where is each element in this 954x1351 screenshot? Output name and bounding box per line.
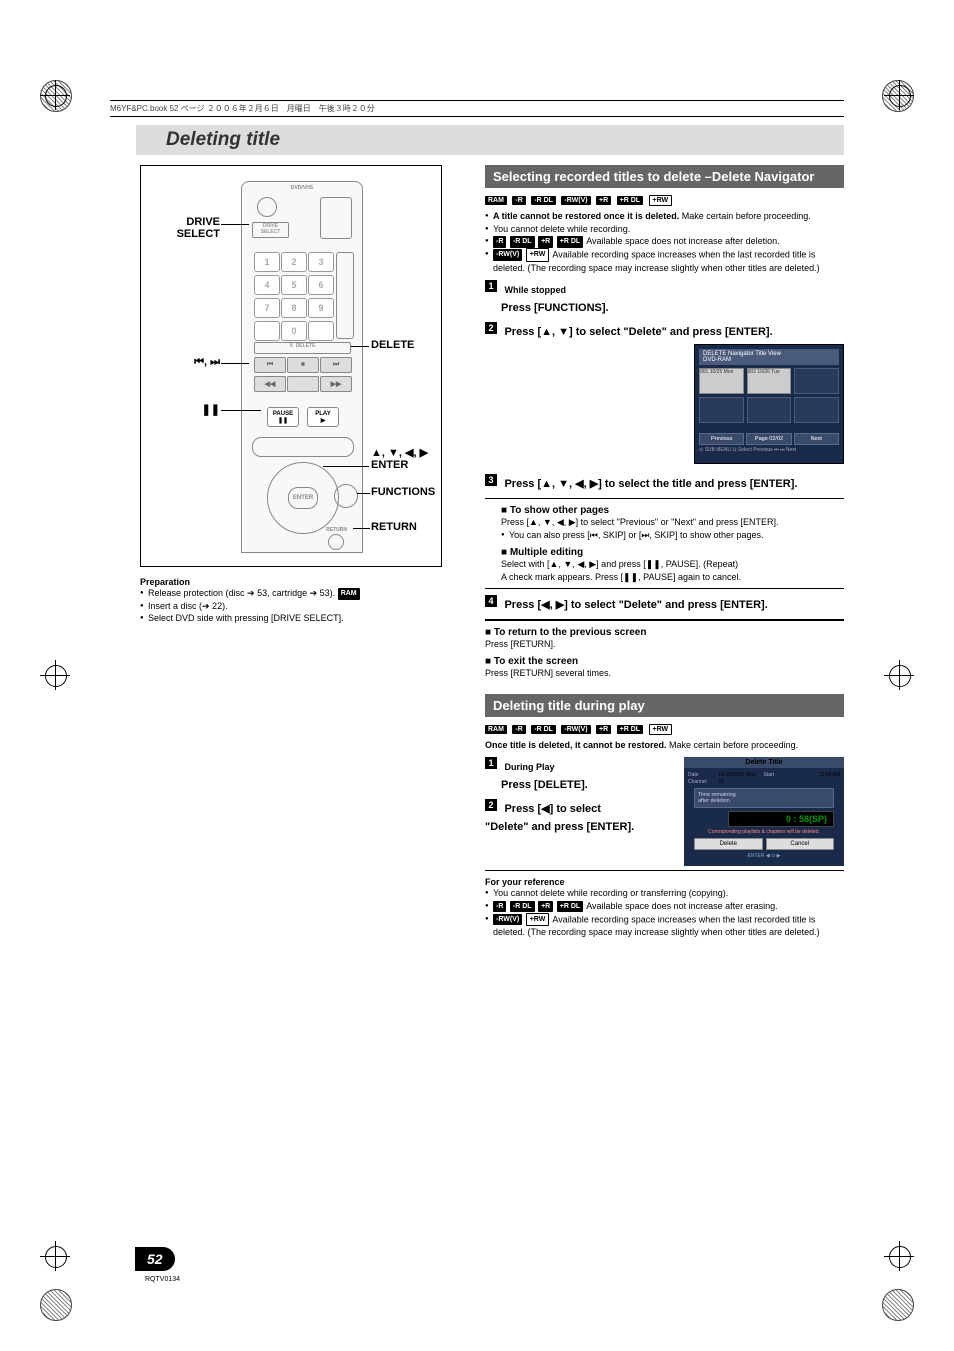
sub1-text2: You can also press [⏮, SKIP] or [⏭, SKIP… xyxy=(501,529,844,542)
s2-intro: Once title is deleted, it cannot be rest… xyxy=(485,739,844,752)
page-number: 52 xyxy=(135,1247,175,1271)
label-arrows-enter: ▲, ▼, ◀, ▶ ENTER xyxy=(371,446,428,471)
s1-bullet-4: -RW(V) +RW Available recording space inc… xyxy=(485,248,844,274)
ch-rocker xyxy=(336,252,354,339)
del-time-value: 0 : 58(SP) xyxy=(728,811,834,827)
preparation-heading: Preparation xyxy=(140,577,470,587)
del-warning: Corresponding playlists & chapters will … xyxy=(688,829,840,835)
nav-thumb-6 xyxy=(794,397,839,423)
label-delete: DELETE xyxy=(371,339,414,351)
disc-tags-1: RAM -R -R DL -RW(V) +R +R DL +RW xyxy=(485,192,844,210)
exit-heading: To exit the screen xyxy=(485,656,844,667)
label-skip: ⏮, ⏭ xyxy=(145,356,220,369)
reg-mark-cr xyxy=(884,660,914,690)
nav-wheel: ENTER xyxy=(267,462,339,534)
nav-ss-header: DELETE Navigator Title View DVD-RAM xyxy=(699,349,839,365)
disc-tags-2: RAM -R -R DL -RW(V) +R +R DL +RW xyxy=(485,721,844,739)
ref-b3: -RW(V) +RW Available recording space inc… xyxy=(485,913,844,939)
print-mark-bl xyxy=(40,1289,72,1321)
page-title: Deleting title xyxy=(166,129,280,150)
tv-controls xyxy=(320,197,352,239)
return-button-icon xyxy=(328,534,344,550)
pause-play-buttons: PAUSE❚❚ PLAY▶ xyxy=(267,407,339,427)
nav-prev-button: Previous xyxy=(699,433,744,445)
return-heading: To return to the previous screen xyxy=(485,627,844,638)
del-cancel-button: Cancel xyxy=(766,838,835,850)
label-functions: FUNCTIONS xyxy=(371,486,435,498)
power-button-icon xyxy=(257,197,277,217)
del-enter-hint: ENTER ◀ ⊙ ▶ xyxy=(688,853,840,859)
delete-button-remote: X DELETE xyxy=(254,342,351,354)
reg-mark-tl xyxy=(40,80,70,110)
sub-multiple-edit: Multiple editing xyxy=(501,547,844,558)
transport-buttons: ⏮ ⏹ ⏭ ◀◀ ▶▶ xyxy=(254,357,350,392)
step-2: 2 Press [▲, ▼] to select "Delete" and pr… xyxy=(485,322,844,468)
remote-diagram: DVD/VHS DRIVE SELECT 1 2 3 4 5 6 7 8 xyxy=(140,165,442,567)
s1-bullet-3: -R -R DL +R +R DL Available space does n… xyxy=(485,235,844,248)
s1-bullet-1: A title cannot be restored once it is de… xyxy=(485,210,844,223)
reg-mark-br xyxy=(884,1241,914,1271)
prep-bullet-2: Insert a disc (➔ 22). xyxy=(140,600,470,613)
sub2-text1: Select with [▲, ▼, ◀, ▶] and press [❚❚, … xyxy=(501,558,844,571)
return-text: Press [RETURN]. xyxy=(485,638,844,651)
ref-b1: You cannot delete while recording or tra… xyxy=(485,887,844,900)
label-drive-select: DRIVE SELECT xyxy=(145,216,220,240)
section-delete-navigator: Selecting recorded titles to delete –Del… xyxy=(485,165,844,188)
reg-mark-tr xyxy=(884,80,914,110)
schedule-bar xyxy=(252,437,354,457)
nav-thumb-1: 001 10/25 Mon xyxy=(699,368,744,394)
sub2-text2: A check mark appears. Press [❚❚, PAUSE] … xyxy=(501,571,844,584)
exit-text: Press [RETURN] several times. xyxy=(485,667,844,680)
del-time-label: Time remaining after deletion xyxy=(694,788,834,808)
del-delete-button: Delete xyxy=(694,838,763,850)
step-4: 4 Press [◀, ▶] to select "Delete" and pr… xyxy=(485,595,844,613)
step-1: 1 While stopped Press [FUNCTIONS]. xyxy=(485,280,844,316)
s1-bullet-2: You cannot delete while recording. xyxy=(485,223,844,236)
ref-b2: -R -R DL +R +R DL Available space does n… xyxy=(485,900,844,913)
sub-show-pages: To show other pages xyxy=(501,505,844,516)
nav-footer: ⊙ SUB MENU ⊡ Select Previous ⏮ ⏭ Next xyxy=(699,447,839,453)
s2-step-2: 2 Press [◀] to select "Delete" and press… xyxy=(485,799,645,835)
nav-next-button: Next xyxy=(794,433,839,445)
nav-page-indicator: Page 02/02 xyxy=(746,433,791,445)
prep-bullet-1: Release protection (disc ➔ 53, cartridge… xyxy=(140,587,470,600)
reference-heading: For your reference xyxy=(485,877,844,887)
document-code: RQTV0134 xyxy=(145,1276,180,1283)
nav-thumb-5 xyxy=(747,397,792,423)
step-3: 3 Press [▲, ▼, ◀, ▶] to select the title… xyxy=(485,474,844,492)
label-pause: ❚❚ xyxy=(145,403,220,416)
del-ss-title: Delete Title xyxy=(684,757,844,768)
sub1-text1: Press [▲, ▼, ◀, ▶] to select "Previous" … xyxy=(501,516,844,529)
book-header: M6YF&PC.book 52 ページ ２００６年２月６日 月曜日 午後３時２０… xyxy=(110,100,844,117)
drive-select-button: DRIVE SELECT xyxy=(252,222,289,238)
delete-title-screenshot: Delete Title Date 10/ 25/2007 Mon Start … xyxy=(684,757,844,866)
reg-mark-cl xyxy=(40,660,70,690)
print-mark-br xyxy=(882,1289,914,1321)
remote-top-label: DVD/VHS xyxy=(242,185,362,191)
label-return: RETURN xyxy=(371,521,417,533)
nav-thumb-3 xyxy=(794,368,839,394)
section-delete-play: Deleting title during play xyxy=(485,694,844,717)
nav-thumb-2: 002 10/26 Tue xyxy=(747,368,792,394)
prep-bullet-3: Select DVD side with pressing [DRIVE SEL… xyxy=(140,612,470,625)
return-label-remote: RETURN xyxy=(326,527,347,533)
nav-thumb-4 xyxy=(699,397,744,423)
number-keypad: 1 2 3 4 5 6 7 8 9 0 xyxy=(254,252,332,341)
reg-mark-bl xyxy=(40,1241,70,1271)
page-title-bar: Deleting title xyxy=(136,125,844,155)
navigator-screenshot: DELETE Navigator Title View DVD-RAM 001 … xyxy=(694,344,844,464)
